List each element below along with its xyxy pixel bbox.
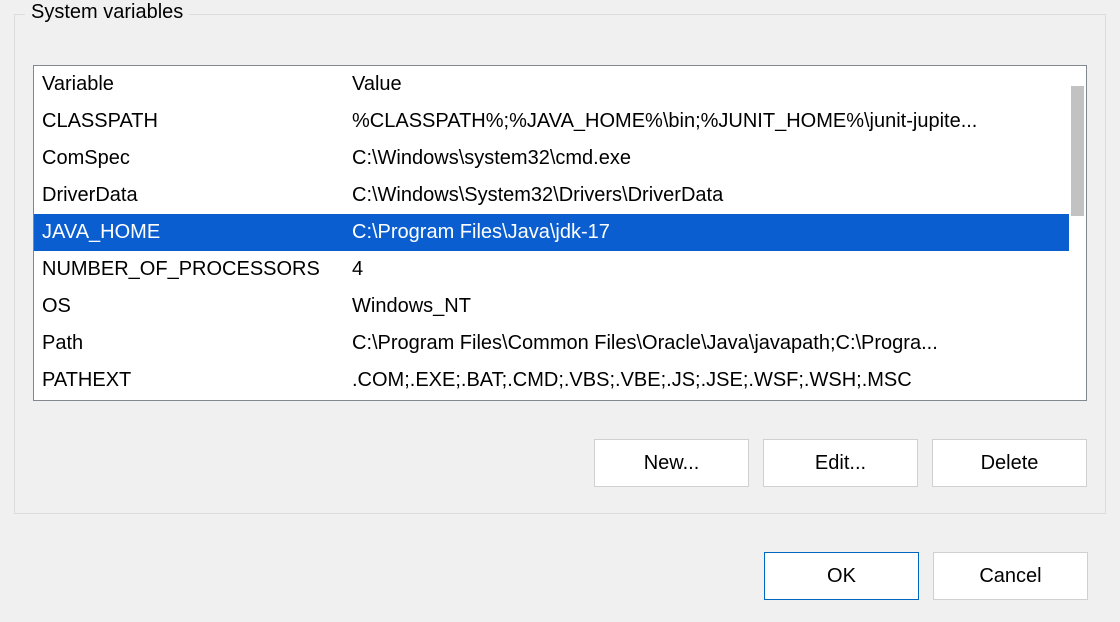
group-title: System variables [25, 1, 189, 24]
table-row[interactable]: CLASSPATH%CLASSPATH%;%JAVA_HOME%\bin;%JU… [34, 103, 1069, 140]
vertical-scrollbar[interactable] [1069, 66, 1086, 400]
table-header-row: Variable Value [34, 66, 1069, 103]
variable-name-cell: PATHEXT [34, 362, 344, 399]
table-row[interactable]: PATHEXT.COM;.EXE;.BAT;.CMD;.VBS;.VBE;.JS… [34, 362, 1069, 399]
column-header-variable[interactable]: Variable [34, 66, 344, 103]
variable-value-cell: C:\Windows\System32\Drivers\DriverData [344, 177, 1069, 214]
dialog-buttons-row: OK Cancel [764, 552, 1088, 600]
variable-name-cell: ComSpec [34, 140, 344, 177]
variable-value-cell: C:\Program Files\Common Files\Oracle\Jav… [344, 325, 1069, 362]
edit-button[interactable]: Edit... [763, 439, 918, 487]
variable-value-cell: Windows_NT [344, 288, 1069, 325]
variable-buttons-row: New... Edit... Delete [594, 439, 1087, 487]
new-button[interactable]: New... [594, 439, 749, 487]
ok-button[interactable]: OK [764, 552, 919, 600]
system-variables-group: System variables Variable Value CLASSPAT… [14, 14, 1106, 514]
variable-name-cell: JAVA_HOME [34, 214, 344, 251]
table-row[interactable]: PathC:\Program Files\Common Files\Oracle… [34, 325, 1069, 362]
table-row[interactable]: NUMBER_OF_PROCESSORS4 [34, 251, 1069, 288]
column-header-value[interactable]: Value [344, 66, 1069, 103]
variable-name-cell: Path [34, 325, 344, 362]
table-row[interactable]: JAVA_HOMEC:\Program Files\Java\jdk-17 [34, 214, 1069, 251]
variable-name-cell: NUMBER_OF_PROCESSORS [34, 251, 344, 288]
variable-name-cell: OS [34, 288, 344, 325]
variable-value-cell: 4 [344, 251, 1069, 288]
table-row[interactable]: OSWindows_NT [34, 288, 1069, 325]
table-row[interactable]: DriverDataC:\Windows\System32\Drivers\Dr… [34, 177, 1069, 214]
variable-value-cell: .COM;.EXE;.BAT;.CMD;.VBS;.VBE;.JS;.JSE;.… [344, 362, 1069, 399]
table-row[interactable]: ComSpecC:\Windows\system32\cmd.exe [34, 140, 1069, 177]
variable-name-cell: CLASSPATH [34, 103, 344, 140]
scrollbar-thumb[interactable] [1071, 86, 1084, 216]
variables-table[interactable]: Variable Value CLASSPATH%CLASSPATH%;%JAV… [34, 66, 1069, 399]
variable-value-cell: C:\Windows\system32\cmd.exe [344, 140, 1069, 177]
cancel-button[interactable]: Cancel [933, 552, 1088, 600]
variable-value-cell: %CLASSPATH%;%JAVA_HOME%\bin;%JUNIT_HOME%… [344, 103, 1069, 140]
variables-table-container: Variable Value CLASSPATH%CLASSPATH%;%JAV… [33, 65, 1087, 401]
variables-table-viewport: Variable Value CLASSPATH%CLASSPATH%;%JAV… [34, 66, 1069, 400]
delete-button[interactable]: Delete [932, 439, 1087, 487]
variable-name-cell: DriverData [34, 177, 344, 214]
variable-value-cell: C:\Program Files\Java\jdk-17 [344, 214, 1069, 251]
